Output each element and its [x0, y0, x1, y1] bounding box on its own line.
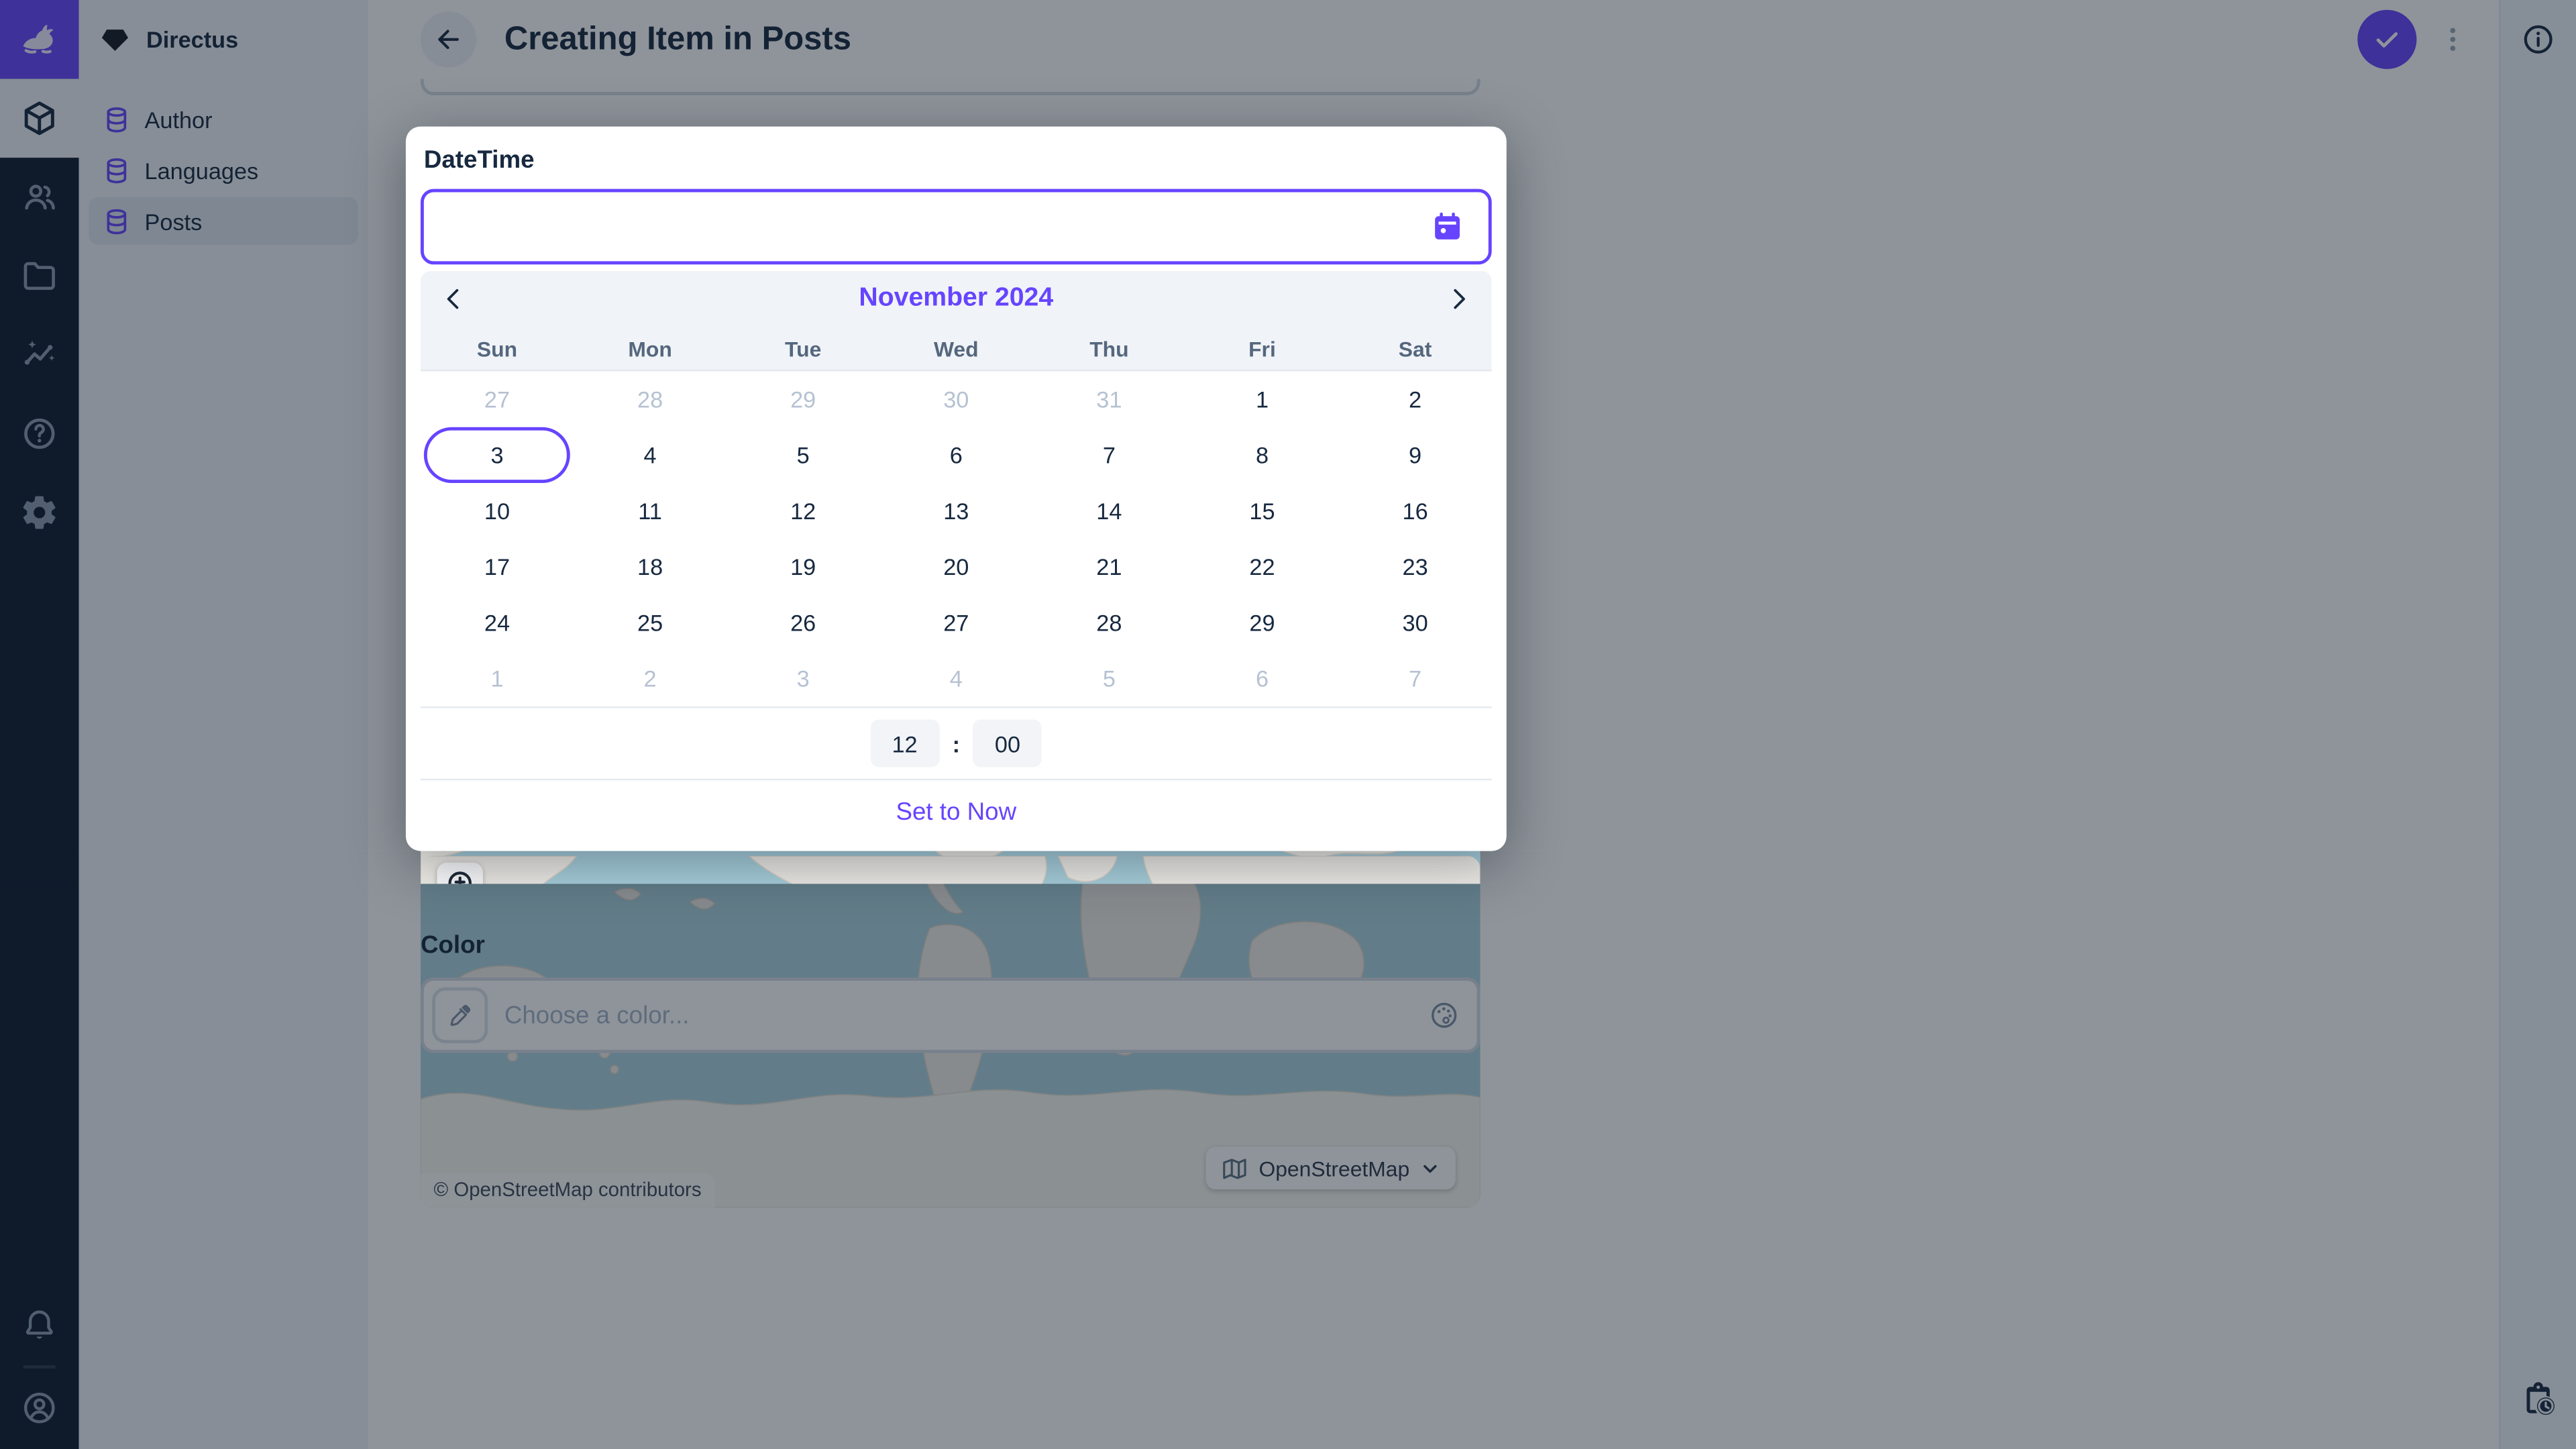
weekday-label: Tue	[727, 336, 879, 361]
previous-month-button[interactable]	[431, 276, 477, 322]
calendar-day[interactable]: 30	[883, 371, 1029, 427]
calendar-day[interactable]: 31	[1036, 371, 1182, 427]
calendar-day[interactable]: 3	[730, 651, 876, 706]
calendar-day[interactable]: 28	[1036, 595, 1182, 651]
calendar-day[interactable]: 29	[1189, 595, 1335, 651]
weekday-label: Thu	[1032, 336, 1185, 361]
calendar-day[interactable]: 12	[730, 483, 876, 539]
calendar-day[interactable]: 4	[577, 427, 723, 483]
time-separator: :	[953, 731, 960, 757]
chevron-left-icon	[439, 284, 468, 314]
calendar-day[interactable]: 7	[1036, 427, 1182, 483]
weekday-label: Wed	[879, 336, 1032, 361]
datetime-input[interactable]	[443, 213, 1426, 241]
map-locate-button[interactable]	[437, 863, 483, 884]
calendar-day[interactable]: 6	[883, 427, 1029, 483]
modal-overlay[interactable]	[1481, 851, 2576, 884]
calendar-day[interactable]: 25	[577, 595, 723, 651]
calendar-day[interactable]: 5	[1036, 651, 1182, 706]
calendar-day[interactable]: 6	[1189, 651, 1335, 706]
month-title: November 2024	[476, 284, 1436, 314]
calendar-day[interactable]: 27	[424, 371, 570, 427]
calendar-day[interactable]: 20	[883, 539, 1029, 594]
calendar-day[interactable]: 22	[1189, 539, 1335, 594]
time-row: 12 : 00	[421, 708, 1492, 779]
datetime-field-label: DateTime	[424, 146, 1492, 174]
weekday-label: Fri	[1185, 336, 1338, 361]
calendar-icon	[1430, 209, 1466, 245]
calendar-day[interactable]: 14	[1036, 483, 1182, 539]
next-month-button[interactable]	[1436, 276, 1482, 322]
calendar-header: November 2024 SunMonTueWedThuFriSat	[421, 271, 1492, 371]
calendar-day[interactable]: 13	[883, 483, 1029, 539]
calendar-day[interactable]: 3	[424, 427, 570, 483]
location-pin-plus-icon	[442, 867, 478, 883]
calendar-day[interactable]: 8	[1189, 427, 1335, 483]
minute-input[interactable]: 00	[973, 720, 1042, 767]
calendar-day[interactable]: 23	[1342, 539, 1488, 594]
calendar-day[interactable]: 18	[577, 539, 723, 594]
date-picker: November 2024 SunMonTueWedThuFriSat 2728…	[421, 271, 1492, 843]
calendar-day[interactable]: 5	[730, 427, 876, 483]
set-to-now-button[interactable]: Set to Now	[896, 798, 1016, 826]
weekday-label: Sat	[1339, 336, 1492, 361]
datetime-picker-dialog: DateTime November 2024	[406, 127, 1507, 851]
modal-overlay[interactable]	[0, 851, 421, 884]
world-map	[421, 856, 1481, 884]
calendar-day[interactable]: 2	[1342, 371, 1488, 427]
weekday-label: Mon	[574, 336, 727, 361]
calendar-day[interactable]: 7	[1342, 651, 1488, 706]
weekday-label: Sun	[421, 336, 574, 361]
calendar-day[interactable]: 28	[577, 371, 723, 427]
set-to-now-row: Set to Now	[421, 780, 1492, 843]
calendar-day[interactable]: 21	[1036, 539, 1182, 594]
calendar-day[interactable]: 29	[730, 371, 876, 427]
modal-overlay[interactable]	[0, 884, 2576, 1449]
calendar-toggle-button[interactable]	[1426, 205, 1469, 248]
calendar-day[interactable]: 4	[883, 651, 1029, 706]
calendar-day[interactable]: 26	[730, 595, 876, 651]
map-bright-strip	[421, 856, 1481, 884]
app-root: Directus Author L	[0, 0, 2576, 1449]
chevron-right-icon	[1444, 284, 1474, 314]
calendar-day[interactable]: 2	[577, 651, 723, 706]
calendar-day[interactable]: 27	[883, 595, 1029, 651]
calendar-day[interactable]: 30	[1342, 595, 1488, 651]
calendar-day[interactable]: 16	[1342, 483, 1488, 539]
calendar-day[interactable]: 24	[424, 595, 570, 651]
calendar-day[interactable]: 11	[577, 483, 723, 539]
hour-input[interactable]: 12	[870, 720, 939, 767]
calendar-grid: 2728293031123456789101112131415161718192…	[421, 371, 1492, 706]
calendar-day[interactable]: 17	[424, 539, 570, 594]
calendar-day[interactable]: 19	[730, 539, 876, 594]
calendar-day[interactable]: 1	[1189, 371, 1335, 427]
calendar-day[interactable]: 15	[1189, 483, 1335, 539]
calendar-day[interactable]: 9	[1342, 427, 1488, 483]
calendar-day[interactable]: 1	[424, 651, 570, 706]
datetime-input-wrap	[421, 189, 1492, 265]
calendar-day[interactable]: 10	[424, 483, 570, 539]
weekday-row: SunMonTueWedThuFriSat	[421, 327, 1492, 370]
